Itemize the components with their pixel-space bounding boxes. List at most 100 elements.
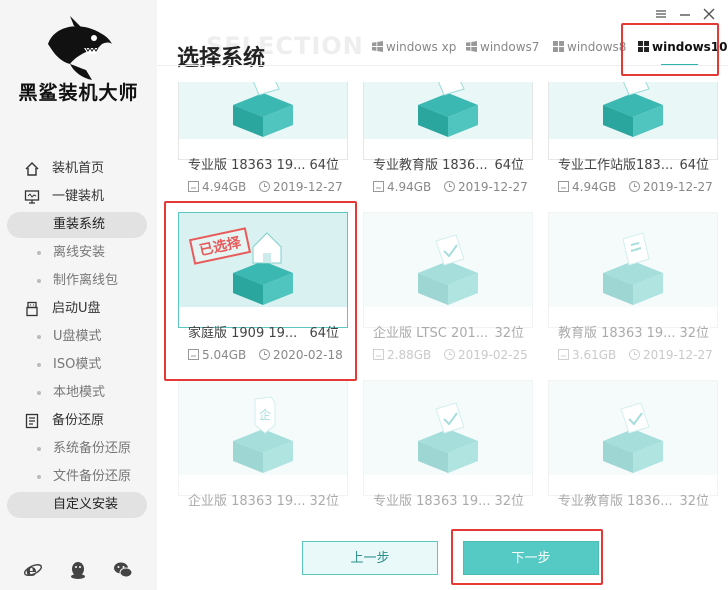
previous-step-button[interactable]: 上一步 [302,541,438,575]
system-date: 2019-12-27 [444,180,528,194]
system-card[interactable]: 企业版 LTSC 201... 32位 2.88GB 2019-02-25 [363,212,533,362]
clock-icon [444,349,455,360]
close-icon[interactable] [701,6,717,22]
usb-icon [26,301,38,317]
sidebar-item-one-click-install[interactable]: 一键装机 [0,183,157,211]
tab-windows8[interactable]: windows8 [553,36,626,58]
sidebar-item-make-offline-package[interactable]: 制作离线包 [0,267,157,295]
disk-icon [373,181,384,192]
sidebar-item-local-mode[interactable]: 本地模式 [0,379,157,407]
menu-icon[interactable] [653,6,669,22]
system-size: 4.94GB [188,180,246,194]
system-bits: 32位 [494,494,524,509]
disk-icon [558,181,569,192]
page-title: 选择系统 [177,46,266,71]
system-size: 3.61GB [558,348,616,362]
system-card[interactable]: 专业版 18363 19... 32位 [363,380,533,509]
ie-browser-icon[interactable]: e [23,560,43,580]
sidebar-item-boot-usb[interactable]: 启动U盘 [0,295,157,323]
clock-icon [444,181,455,192]
sidebar-item-label: 本地模式 [53,385,106,400]
sidebar-item-home[interactable]: 装机首页 [0,155,157,183]
system-bits: 64位 [494,158,524,173]
system-name: 专业教育版 1836... [373,158,488,173]
brand-name: 黑鲨装机大师 [18,82,139,104]
sidebar-item-label: 备份还原 [52,413,105,428]
system-name: 企业版 18363 19... [188,494,306,509]
sidebar-item-label: 文件备份还原 [53,469,132,484]
highlight-selected-card [164,201,357,381]
sidebar-item-label: 启动U盘 [52,301,101,316]
disk-icon [373,349,384,360]
backup-icon [25,413,39,429]
system-box-illustration [549,82,717,139]
sidebar-item-label: 制作离线包 [53,273,119,288]
sidebar: 黑鲨装机大师 装机首页 一键装机 重装系统 离线安装 制作离线包 启动U盘 U盘… [0,0,157,590]
system-bits: 32位 [494,326,524,341]
system-box-illustration [549,213,717,307]
system-date: 2019-12-27 [629,180,713,194]
system-bits: 64位 [679,158,709,173]
system-size: 2.88GB [373,348,431,362]
system-bits: 32位 [679,326,709,341]
next-step-button[interactable]: 下一步 [463,541,599,575]
system-name: 专业版 18363 19... [373,494,491,509]
system-name: 专业版 18363 19... [188,158,306,173]
svg-text:企: 企 [259,407,271,422]
tab-label: windows8 [567,40,627,54]
qq-icon[interactable] [68,560,88,580]
system-date: 2019-02-25 [444,348,528,362]
clock-icon [629,349,640,360]
sidebar-item-label: 系统备份还原 [53,441,132,456]
sidebar-item-label: 离线安装 [53,245,106,260]
windows-icon [372,41,383,52]
system-bits: 64位 [309,158,339,173]
sidebar-item-iso-mode[interactable]: ISO模式 [0,351,157,379]
clock-icon [629,181,640,192]
monitor-icon [24,190,40,204]
disk-icon [188,181,199,192]
tab-windows-xp[interactable]: windows xp [372,36,456,58]
system-bits: 32位 [679,494,709,509]
sidebar-item-system-backup[interactable]: 系统备份还原 [0,435,157,463]
system-name: 专业教育版 1836... [558,494,673,509]
wechat-icon[interactable] [113,560,133,580]
windows-icon [466,41,477,52]
sidebar-nav: 装机首页 一键装机 重装系统 离线安装 制作离线包 启动U盘 U盘模式 ISO模… [0,155,157,519]
system-card[interactable]: 企 企业版 18363 19... 32位 [178,380,348,509]
system-card[interactable]: 专业教育版 1836... 32位 [548,380,718,509]
svg-text:e: e [26,561,37,580]
tab-windows7[interactable]: windows7 [466,36,539,58]
system-date: 2019-12-27 [259,180,343,194]
home-icon [25,162,39,176]
sidebar-item-label: 重装系统 [53,217,106,232]
clock-icon [259,181,270,192]
sidebar-item-file-backup[interactable]: 文件备份还原 [0,463,157,491]
system-box-illustration [364,82,532,139]
system-name: 教育版 18363 19... [558,326,676,341]
sidebar-item-reinstall-system[interactable]: 重装系统 [0,211,157,239]
system-box-illustration [364,213,532,307]
system-date: 2019-12-27 [629,348,713,362]
system-name: 专业工作站版183... [558,158,674,173]
sidebar-item-offline-install[interactable]: 离线安装 [0,239,157,267]
sidebar-item-label: 一键装机 [52,189,105,204]
sidebar-item-custom-install[interactable]: 自定义安装 [0,491,157,519]
windows-icon [553,41,564,52]
sidebar-item-usb-mode[interactable]: U盘模式 [0,323,157,351]
system-card[interactable]: 专业工作站版183... 64位 4.94GB 2019-12-27 [548,82,718,194]
sidebar-item-backup-restore[interactable]: 备份还原 [0,407,157,435]
tab-label: windows xp [386,40,457,54]
system-box-illustration: 企 [179,381,347,475]
system-size: 4.94GB [558,180,616,194]
system-box-illustration [549,381,717,475]
sidebar-item-label: ISO模式 [53,357,102,372]
system-card[interactable]: 教育版 18363 19... 32位 3.61GB 2019-12-27 [548,212,718,362]
system-name: 企业版 LTSC 201... [373,326,489,341]
sidebar-item-label: 自定义安装 [53,497,119,512]
minimize-icon[interactable] [677,6,693,22]
sidebar-item-label: 装机首页 [52,161,105,176]
system-card[interactable]: 专业教育版 1836... 64位 4.94GB 2019-12-27 [363,82,533,194]
system-card[interactable]: 专业版 18363 19... 64位 4.94GB 2019-12-27 [178,82,348,194]
system-box-illustration [364,381,532,475]
